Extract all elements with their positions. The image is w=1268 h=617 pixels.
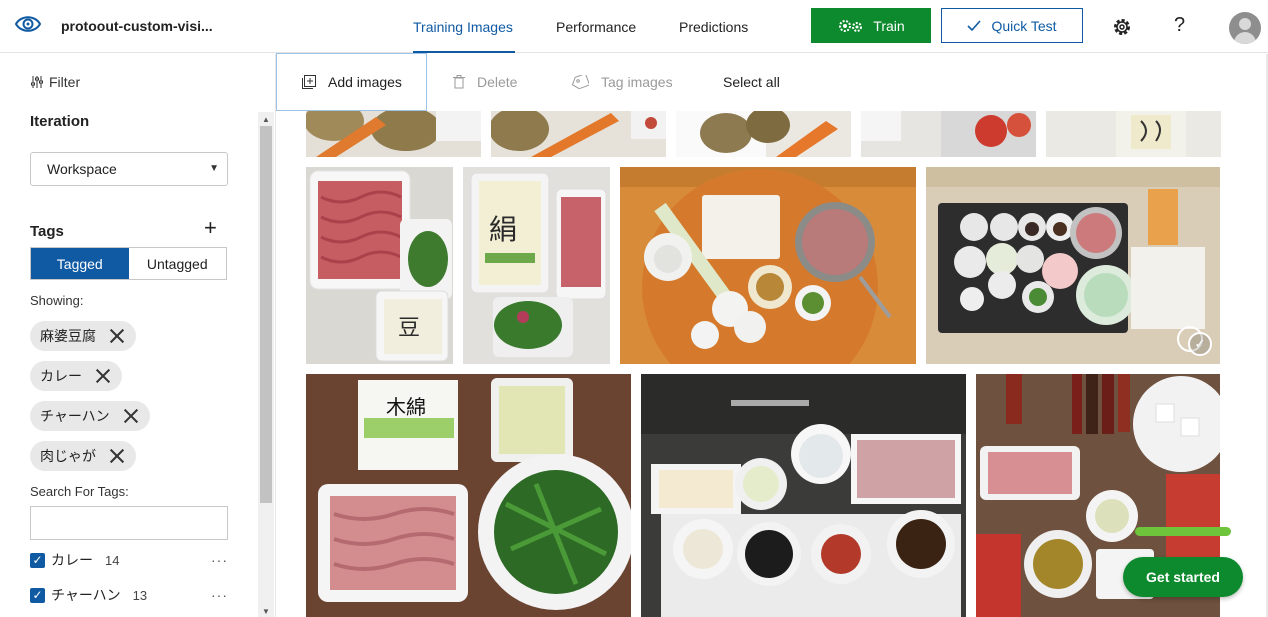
svg-text:木綿: 木綿 [386, 395, 426, 419]
tag-list-item[interactable]: ✓ カレー 14 ··· [30, 550, 228, 570]
untagged-button[interactable]: Untagged [128, 248, 226, 279]
chip-label: 麻婆豆腐 [40, 328, 96, 344]
search-tags-label: Search For Tags: [30, 484, 129, 499]
onboarding-progress-bar [1135, 527, 1231, 536]
tab-predictions[interactable]: Predictions [679, 19, 748, 35]
selected-check-icon[interactable]: ✓ [1188, 332, 1212, 356]
top-bar: protoout-custom-visi... Training Images … [0, 0, 1268, 53]
avatar[interactable] [1229, 12, 1261, 44]
image-thumbnail[interactable]: 木綿 [306, 374, 631, 617]
iteration-title: Iteration [30, 113, 90, 130]
filter-chip: チャーハン [30, 401, 150, 431]
chip-label: チャーハン [40, 408, 110, 424]
filter-chip: カレー [30, 361, 122, 391]
scroll-down-icon[interactable]: ▼ [262, 607, 270, 616]
svg-text:豆: 豆 [398, 316, 420, 341]
select-all-button[interactable]: Select all [723, 74, 780, 90]
project-name[interactable]: protoout-custom-visi... [61, 18, 213, 34]
image-thumbnail[interactable] [676, 111, 851, 157]
chip-label: 肉じゃが [40, 448, 96, 464]
scrollbar-thumb[interactable] [260, 126, 272, 503]
filter-chip: 麻婆豆腐 [30, 321, 136, 351]
checkbox-checked-icon[interactable]: ✓ [30, 587, 45, 603]
tag-list-item[interactable]: ✓ チャーハン 13 ··· [30, 585, 228, 605]
chip-label: カレー [40, 368, 82, 384]
quick-test-label: Quick Test [991, 17, 1057, 34]
help-icon[interactable]: ? [1174, 14, 1185, 37]
tag-count: 14 [105, 552, 120, 568]
trash-icon [453, 75, 465, 89]
tag-name: カレー [51, 552, 93, 568]
add-images-label: Add images [328, 74, 402, 90]
image-thumbnail[interactable]: 絹 [463, 167, 610, 364]
filter-label: Filter [49, 74, 81, 90]
checkbox-checked-icon[interactable]: ✓ [30, 552, 45, 568]
tagged-untagged-toggle: Tagged Untagged [30, 247, 227, 280]
image-thumbnail[interactable] [641, 374, 966, 617]
train-button[interactable]: Train [811, 8, 931, 43]
image-thumbnail[interactable] [306, 111, 481, 157]
tab-training-images[interactable]: Training Images [413, 19, 513, 35]
add-image-icon [302, 75, 316, 89]
iteration-select[interactable]: Workspace ▼ [30, 152, 228, 186]
tag-count: 13 [132, 587, 148, 603]
image-thumbnail[interactable] [620, 167, 916, 364]
close-icon[interactable] [110, 449, 124, 463]
filter-icon [31, 76, 43, 88]
filter-toggle[interactable]: Filter [30, 74, 80, 90]
delete-label: Delete [477, 74, 518, 90]
search-tags-input[interactable] [30, 506, 228, 540]
get-started-button[interactable]: Get started [1123, 557, 1243, 597]
scroll-up-icon[interactable]: ▲ [262, 115, 270, 124]
more-options-icon[interactable]: ··· [211, 552, 228, 568]
tagged-button[interactable]: Tagged [31, 248, 129, 279]
train-label: Train [873, 17, 905, 34]
quick-test-button[interactable]: Quick Test [941, 8, 1083, 43]
close-icon[interactable] [110, 329, 124, 343]
image-thumbnail[interactable] [491, 111, 666, 157]
filter-chip: 肉じゃが [30, 441, 136, 471]
tag-images-label: Tag images [601, 74, 673, 90]
chevron-down-icon: ▼ [209, 163, 219, 174]
image-gallery: 豆 絹 ✓ 木綿 [276, 111, 1268, 617]
sidebar-scrollbar[interactable]: ▲ ▼ [258, 112, 274, 617]
tab-performance[interactable]: Performance [556, 19, 636, 35]
more-options-icon[interactable]: ··· [211, 587, 228, 603]
delete-button[interactable]: Delete [453, 74, 517, 90]
tag-images-button[interactable]: Tag images [571, 74, 673, 90]
eye-logo-icon[interactable] [14, 12, 42, 36]
svg-text:絹: 絹 [489, 213, 517, 246]
showing-label: Showing: [30, 293, 84, 308]
image-toolbar: Add images Delete Tag images Select all [276, 53, 1268, 111]
tag-icon [571, 75, 589, 89]
image-thumbnail[interactable]: ✓ [926, 167, 1220, 364]
select-all-label: Select all [723, 74, 780, 90]
gears-icon [839, 19, 863, 32]
image-thumbnail[interactable] [861, 111, 1036, 157]
active-tab-indicator [413, 51, 515, 53]
add-tag-plus-icon[interactable]: + [204, 217, 217, 239]
tags-title: Tags [30, 223, 64, 240]
add-images-button[interactable]: Add images [302, 74, 402, 90]
iteration-value: Workspace [47, 161, 117, 177]
image-thumbnail[interactable]: 豆 [306, 167, 453, 364]
image-thumbnail[interactable] [1046, 111, 1221, 157]
close-icon[interactable] [124, 409, 138, 423]
sidebar: Filter Iteration Workspace ▼ Tags + Tagg… [0, 54, 276, 617]
tag-name: チャーハン [51, 587, 121, 603]
check-icon [967, 19, 982, 31]
gear-icon[interactable] [1112, 17, 1132, 37]
close-icon[interactable] [96, 369, 110, 383]
